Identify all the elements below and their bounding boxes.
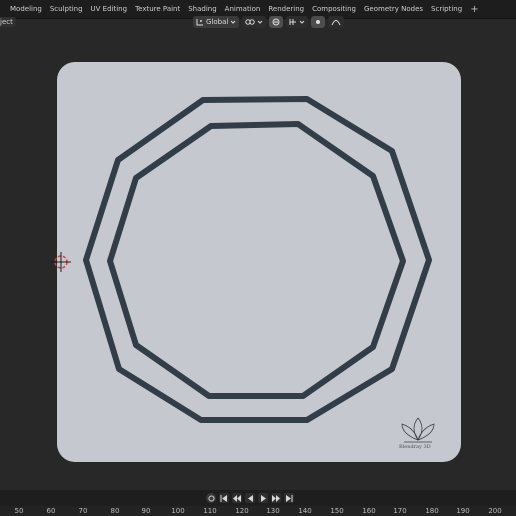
jump-end-icon (286, 494, 293, 502)
ruler-tick: 200 (488, 507, 502, 515)
ruler-tick: 180 (425, 507, 439, 515)
play-reverse-button[interactable] (245, 493, 255, 503)
ruler-tick: 160 (362, 507, 376, 515)
jump-to-end-button[interactable] (284, 493, 294, 503)
ruler-tick: 190 (456, 507, 470, 515)
watermark-text: Blendray 3D (399, 444, 431, 450)
viewport-canvas (51, 62, 461, 462)
timeline-controls (0, 490, 516, 506)
pivot-point-dropdown[interactable] (242, 16, 267, 28)
play-button[interactable] (258, 493, 268, 503)
orientation-label: Global (206, 18, 229, 26)
snap-grid-icon (289, 18, 297, 26)
ruler-tick: 100 (171, 507, 185, 515)
jump-keyframe-back-button[interactable] (232, 493, 242, 503)
snap-target-dropdown[interactable] (286, 16, 309, 28)
jump-to-start-button[interactable] (219, 493, 229, 503)
chevron-down-icon (257, 19, 263, 25)
viewport-tools: Global (193, 16, 345, 28)
chevron-down-icon (230, 19, 236, 25)
add-workspace-button[interactable]: + (466, 4, 482, 15)
viewport-header: ject Global (0, 14, 516, 30)
play-icon (260, 494, 266, 502)
ruler-tick: 170 (393, 507, 407, 515)
link-icon (245, 18, 256, 26)
3d-viewport[interactable]: Blendray 3D (0, 30, 516, 486)
orientation-icon (196, 18, 204, 26)
falloff-curve-icon (331, 18, 341, 26)
auto-keying-toggle[interactable] (206, 493, 216, 503)
falloff-dropdown[interactable] (328, 16, 345, 28)
ruler-tick: 90 (141, 507, 151, 515)
playback-controls (206, 493, 294, 503)
proportional-edit-icon (314, 18, 322, 26)
play-reverse-icon (247, 494, 253, 502)
ruler-tick: 130 (266, 507, 280, 515)
timeline-ruler[interactable]: 50 60 70 80 90 100 110 120 130 140 150 1… (0, 506, 516, 516)
ruler-tick: 60 (46, 507, 56, 515)
ruler-tick: 50 (14, 507, 24, 515)
ruler-tick: 70 (78, 507, 88, 515)
magnet-icon (272, 18, 280, 26)
ruler-tick: 140 (298, 507, 312, 515)
ruler-tick: 80 (110, 507, 120, 515)
jump-start-icon (220, 494, 227, 502)
ruler-tick: 120 (235, 507, 249, 515)
ruler-tick: 110 (203, 507, 217, 515)
record-icon (208, 495, 214, 501)
snap-toggle[interactable] (269, 16, 284, 28)
proportional-editing-toggle[interactable] (311, 16, 326, 28)
keyframe-back-icon (233, 494, 241, 502)
chevron-down-icon (299, 19, 305, 25)
object-menu[interactable]: ject (0, 17, 16, 27)
ruler-tick: 150 (330, 507, 344, 515)
jump-keyframe-forward-button[interactable] (271, 493, 281, 503)
keyframe-forward-icon (272, 494, 280, 502)
transform-orientation-dropdown[interactable]: Global (193, 16, 240, 28)
